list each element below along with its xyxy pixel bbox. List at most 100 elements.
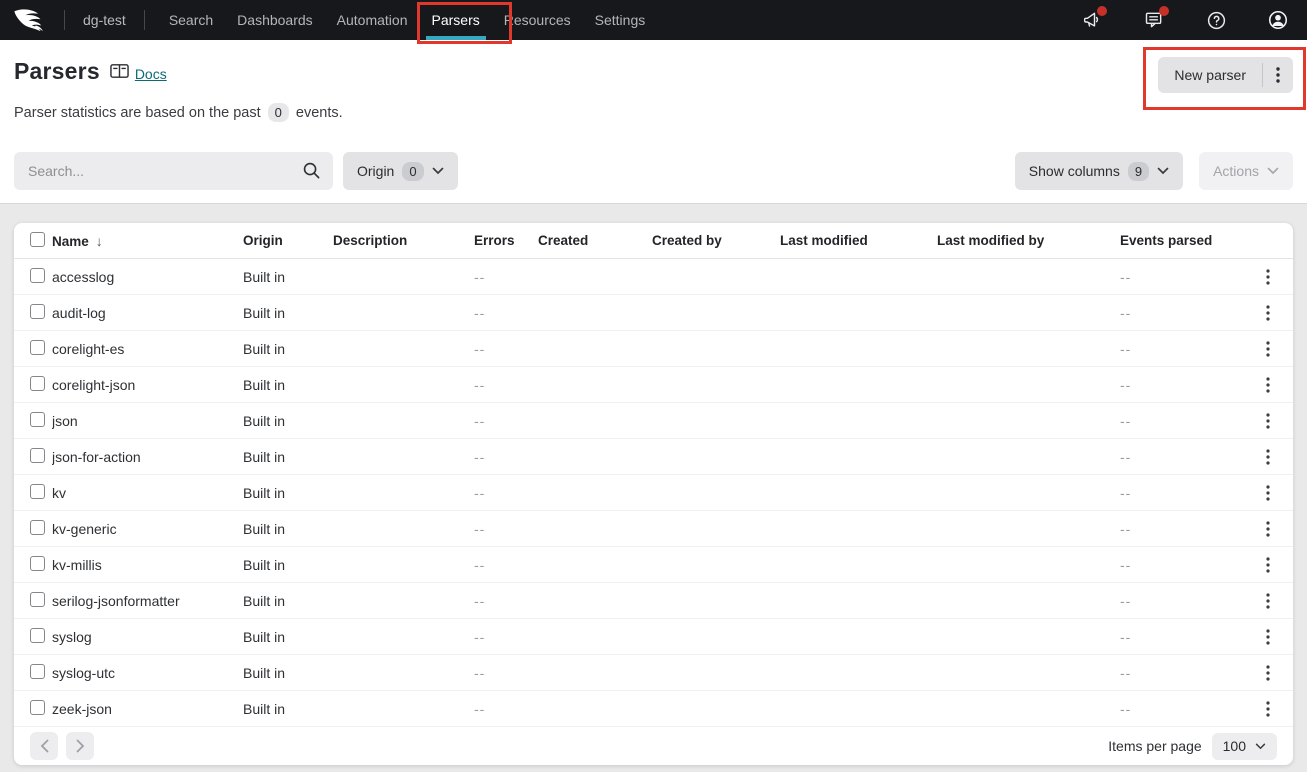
parser-name[interactable]: syslog-utc: [52, 665, 243, 681]
row-checkbox[interactable]: [30, 664, 45, 679]
row-menu-kebab-icon[interactable]: [1259, 339, 1277, 359]
row-checkbox[interactable]: [30, 340, 45, 355]
search-input[interactable]: [14, 152, 333, 190]
show-columns-button[interactable]: Show columns 9: [1015, 152, 1183, 190]
sort-descending-icon: ↓: [96, 233, 103, 249]
row-menu-kebab-icon[interactable]: [1259, 663, 1277, 683]
origin-label: Origin: [357, 163, 394, 179]
items-per-page-value: 100: [1223, 738, 1246, 754]
row-checkbox[interactable]: [30, 700, 45, 715]
select-all-checkbox[interactable]: [30, 232, 45, 247]
show-columns-label: Show columns: [1029, 163, 1120, 179]
table-row[interactable]: json-for-action Built in -- --: [14, 439, 1293, 475]
docs-link[interactable]: Docs: [135, 66, 167, 82]
table-row[interactable]: corelight-es Built in -- --: [14, 331, 1293, 367]
parser-name[interactable]: json: [52, 413, 243, 429]
new-parser-button[interactable]: New parser: [1158, 57, 1262, 93]
actions-button[interactable]: Actions: [1199, 152, 1293, 190]
row-menu-kebab-icon[interactable]: [1259, 375, 1277, 395]
row-menu-kebab-icon[interactable]: [1259, 447, 1277, 467]
column-header-description[interactable]: Description: [333, 233, 474, 248]
parser-errors: --: [474, 665, 538, 681]
tab-automation[interactable]: Automation: [325, 0, 420, 40]
parser-name[interactable]: audit-log: [52, 305, 243, 321]
parser-name[interactable]: kv: [52, 485, 243, 501]
parser-origin: Built in: [243, 593, 333, 609]
feedback-icon[interactable]: [1143, 9, 1165, 31]
items-per-page-select[interactable]: 100: [1212, 733, 1277, 760]
parser-name[interactable]: syslog: [52, 629, 243, 645]
table-row[interactable]: audit-log Built in -- --: [14, 295, 1293, 331]
row-menu-kebab-icon[interactable]: [1259, 483, 1277, 503]
column-header-name[interactable]: Name↓: [52, 233, 243, 249]
row-menu-kebab-icon[interactable]: [1259, 591, 1277, 611]
next-page-button[interactable]: [66, 732, 94, 760]
announcements-icon[interactable]: [1081, 9, 1103, 31]
parser-errors: --: [474, 593, 538, 609]
table-row[interactable]: serilog-jsonformatter Built in -- --: [14, 583, 1293, 619]
tab-dashboards[interactable]: Dashboards: [225, 0, 325, 40]
row-menu-kebab-icon[interactable]: [1259, 267, 1277, 287]
column-header-errors[interactable]: Errors: [474, 233, 538, 248]
new-parser-split-button: New parser: [1158, 57, 1293, 93]
previous-page-button[interactable]: [30, 732, 58, 760]
row-menu-kebab-icon[interactable]: [1259, 627, 1277, 647]
row-checkbox[interactable]: [30, 412, 45, 427]
row-menu-kebab-icon[interactable]: [1259, 411, 1277, 431]
column-header-events-parsed[interactable]: Events parsed: [1120, 233, 1232, 248]
docs-wrap: Docs: [110, 63, 167, 84]
parser-name[interactable]: corelight-es: [52, 341, 243, 357]
falcon-logo-icon[interactable]: [12, 7, 50, 33]
parser-name[interactable]: kv-generic: [52, 521, 243, 537]
row-checkbox[interactable]: [30, 268, 45, 283]
origin-filter-button[interactable]: Origin 0: [343, 152, 458, 190]
account-icon[interactable]: [1267, 9, 1289, 31]
help-icon[interactable]: [1205, 9, 1227, 31]
table-row[interactable]: zeek-json Built in -- --: [14, 691, 1293, 727]
row-checkbox[interactable]: [30, 520, 45, 535]
column-header-origin[interactable]: Origin: [243, 233, 333, 248]
row-checkbox[interactable]: [30, 484, 45, 499]
column-header-created-by[interactable]: Created by: [652, 233, 780, 248]
column-header-created[interactable]: Created: [538, 233, 652, 248]
row-menu-kebab-icon[interactable]: [1259, 699, 1277, 719]
column-header-last-modified-by[interactable]: Last modified by: [937, 233, 1120, 248]
tab-resources[interactable]: Resources: [492, 0, 583, 40]
workspace-name[interactable]: dg-test: [65, 12, 144, 28]
parser-name[interactable]: zeek-json: [52, 701, 243, 717]
row-menu-kebab-icon[interactable]: [1259, 555, 1277, 575]
parser-events-parsed: --: [1120, 665, 1232, 681]
table-row[interactable]: syslog-utc Built in -- --: [14, 655, 1293, 691]
stats-count-badge: 0: [268, 103, 289, 122]
tab-search[interactable]: Search: [157, 0, 225, 40]
table-row[interactable]: kv Built in -- --: [14, 475, 1293, 511]
table-row[interactable]: kv-millis Built in -- --: [14, 547, 1293, 583]
row-menu-kebab-icon[interactable]: [1259, 519, 1277, 539]
search-box: [14, 152, 333, 190]
row-checkbox[interactable]: [30, 304, 45, 319]
show-columns-count-badge: 9: [1128, 162, 1149, 181]
parser-name[interactable]: accesslog: [52, 269, 243, 285]
parser-name[interactable]: kv-millis: [52, 557, 243, 573]
row-checkbox[interactable]: [30, 376, 45, 391]
row-checkbox[interactable]: [30, 592, 45, 607]
table-row[interactable]: syslog Built in -- --: [14, 619, 1293, 655]
actions-label: Actions: [1213, 163, 1259, 179]
navbar-right: [1081, 9, 1307, 31]
new-parser-menu-kebab-icon[interactable]: [1263, 57, 1293, 93]
row-checkbox[interactable]: [30, 556, 45, 571]
tab-parsers[interactable]: Parsers: [420, 0, 492, 40]
parser-events-parsed: --: [1120, 341, 1232, 357]
parser-name[interactable]: serilog-jsonformatter: [52, 593, 243, 609]
table-row[interactable]: kv-generic Built in -- --: [14, 511, 1293, 547]
row-checkbox[interactable]: [30, 628, 45, 643]
tab-settings[interactable]: Settings: [583, 0, 658, 40]
column-header-last-modified[interactable]: Last modified: [780, 233, 937, 248]
table-row[interactable]: corelight-json Built in -- --: [14, 367, 1293, 403]
row-checkbox[interactable]: [30, 448, 45, 463]
table-row[interactable]: accesslog Built in -- --: [14, 259, 1293, 295]
table-row[interactable]: json Built in -- --: [14, 403, 1293, 439]
row-menu-kebab-icon[interactable]: [1259, 303, 1277, 323]
parser-name[interactable]: json-for-action: [52, 449, 243, 465]
parser-name[interactable]: corelight-json: [52, 377, 243, 393]
